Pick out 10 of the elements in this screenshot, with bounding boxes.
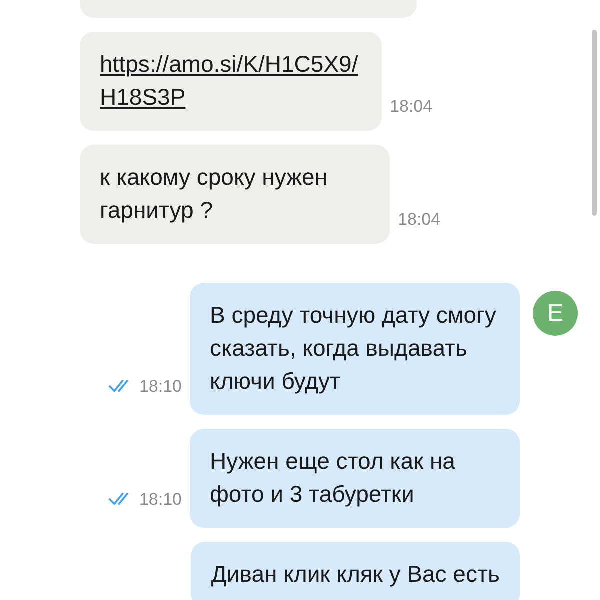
- message-time: 18:04: [398, 210, 441, 230]
- message-text: Нужен еще стол как на фото и 3 табуретки: [210, 447, 456, 509]
- message-link[interactable]: https://amo.si/K/H1C5X9/H18S3P: [100, 48, 362, 114]
- message-text: Диван клик кляк у Вас есть: [211, 560, 500, 589]
- message-time: 18:10: [139, 490, 182, 510]
- message-text: В среду точную дату смогу сказать, когда выдавать ключи будут: [210, 301, 498, 396]
- message-time: 18:04: [390, 97, 433, 117]
- scrollbar-thumb[interactable]: [592, 30, 597, 216]
- message-text: к какому сроку нужен гарнитур ?: [100, 163, 329, 225]
- message-time: 18:10: [139, 377, 182, 397]
